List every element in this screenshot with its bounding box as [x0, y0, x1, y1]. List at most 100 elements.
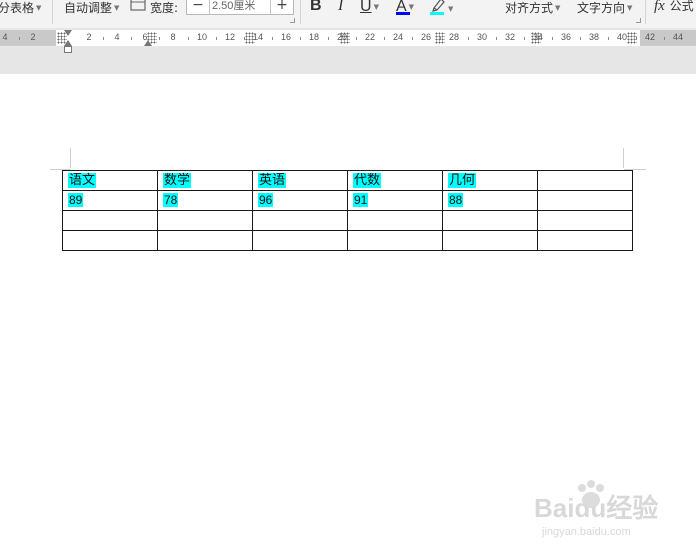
ribbon-divider [52, 0, 53, 24]
table-cell[interactable] [62, 210, 158, 231]
split-table-label: 分表格 [0, 1, 35, 15]
underline-button[interactable]: U ▼ [360, 0, 379, 15]
column-width-icon [130, 0, 146, 13]
ruler-number: 20 [336, 32, 347, 42]
table-cell[interactable] [537, 190, 633, 211]
table-cell[interactable]: 几何 [442, 170, 538, 191]
ruler-tick [580, 37, 581, 40]
ribbon-divider [645, 0, 646, 24]
dialog-launcher-icon[interactable] [636, 18, 641, 23]
ruler-tick [496, 37, 497, 40]
subject-header: 代数 [353, 173, 382, 188]
ruler-tick [636, 37, 637, 40]
ruler-number: 42 [644, 32, 655, 42]
ruler-number: 28 [448, 32, 459, 42]
table-cell[interactable]: 88 [442, 190, 538, 211]
table-cell[interactable] [442, 230, 538, 251]
cell-indent-marker[interactable] [144, 40, 152, 46]
left-indent-marker[interactable] [64, 46, 72, 53]
ruler-number: 32 [504, 32, 515, 42]
align-button[interactable]: 对齐方式 ▼ [505, 0, 560, 16]
highlight-button[interactable]: ▼ [430, 0, 453, 15]
score-value: 96 [258, 193, 274, 207]
ribbon-toolbar: 分表格 ▼ 自动调整 ▼ 宽度: − 2.50厘米 + B I U ▼ A ▼ ▼ 对齐… [0, 0, 696, 29]
ruler-tick [187, 37, 189, 40]
table-cell[interactable]: 英语 [252, 170, 348, 191]
ruler-tick [244, 37, 245, 40]
chevron-down-icon: ▼ [627, 4, 633, 12]
table-cell[interactable] [442, 210, 538, 231]
ruler-number: 40 [616, 32, 627, 42]
text-direction-button[interactable]: 文字方向 ▼ [577, 0, 632, 16]
ruler-tick [300, 37, 301, 40]
table-cell[interactable] [252, 210, 348, 231]
width-increase-button[interactable]: + [270, 0, 293, 14]
ribbon-divider [300, 0, 301, 24]
dialog-launcher-icon[interactable] [290, 18, 295, 23]
align-label: 对齐方式 [505, 1, 554, 15]
ruler-number: 16 [280, 32, 291, 42]
ruler-number: 18 [308, 32, 319, 42]
subject-header: 数学 [163, 173, 192, 188]
table-cell[interactable] [252, 230, 348, 251]
table-cell[interactable] [537, 210, 633, 231]
subject-header: 几何 [448, 173, 477, 188]
ruler-number: 26 [420, 32, 431, 42]
ruler-number: 38 [588, 32, 599, 42]
ruler-tick [159, 37, 160, 40]
table-cell[interactable]: 91 [347, 190, 443, 211]
ruler-number: 24 [392, 32, 403, 42]
chevron-down-icon: ▼ [36, 4, 42, 12]
chevron-down-icon: ▼ [114, 4, 120, 12]
document-page[interactable]: 语文 数学 英语 代数 几何 89 78 96 91 88 Baidu经验 jingyan.bai… [0, 74, 696, 538]
width-label: 宽度: [150, 1, 179, 15]
ruler-tick [440, 37, 441, 40]
table-cell[interactable]: 96 [252, 190, 348, 211]
table-row [62, 210, 633, 231]
split-table-button[interactable]: 分表格 ▼ [0, 0, 41, 16]
score-value: 89 [68, 193, 84, 207]
ruler-number: 12 [224, 32, 235, 42]
table-cell[interactable] [347, 230, 443, 251]
italic-button[interactable]: I [338, 0, 343, 15]
table-cell[interactable]: 89 [62, 190, 158, 211]
font-color-button[interactable]: A ▼ [396, 0, 414, 15]
table-cell[interactable] [157, 210, 253, 231]
auto-fit-button[interactable]: 自动调整 ▼ [64, 0, 119, 16]
ruler-tick [356, 37, 357, 40]
first-line-indent-marker[interactable] [64, 30, 72, 36]
score-table[interactable]: 语文 数学 英语 代数 几何 89 78 96 91 88 [62, 170, 633, 251]
width-value[interactable]: 2.50厘米 [212, 0, 255, 14]
ruler-number: 4 [2, 32, 8, 42]
formula-label: 公式 [669, 0, 694, 13]
table-cell[interactable]: 数学 [157, 170, 253, 191]
ruler-tick [664, 37, 665, 40]
table-cell[interactable] [537, 170, 633, 191]
table-row: 89 78 96 91 88 [62, 190, 633, 211]
table-cell[interactable] [347, 210, 443, 231]
horizontal-ruler[interactable]: 4 2 2 4 6 8 10 12 14 16 18 20 22 24 26 28 30 32 34 36 38 40 42… [0, 30, 696, 46]
font-color-bar [396, 12, 410, 15]
underline-label: U [360, 0, 372, 15]
table-cell[interactable]: 78 [157, 190, 253, 211]
table-cell[interactable]: 代数 [347, 170, 443, 191]
table-cell[interactable]: 语文 [62, 170, 158, 191]
chevron-down-icon: ▼ [448, 5, 454, 13]
ruler-tick [412, 37, 413, 40]
ruler-number: 22 [364, 32, 375, 42]
width-decrease-button[interactable]: − [187, 0, 210, 14]
bold-button[interactable]: B [310, 0, 322, 15]
chevron-down-icon: ▼ [408, 3, 415, 11]
ruler-number: 2 [30, 32, 36, 42]
watermark-url: jingyan.baidu.com [542, 526, 631, 538]
table-cell[interactable] [537, 230, 633, 251]
baidu-watermark: Baidu经验 jingyan.baidu.com [528, 478, 688, 548]
subject-header: 语文 [68, 173, 97, 188]
width-stepper[interactable]: − 2.50厘米 + [186, 0, 294, 15]
ruler-number: 34 [532, 32, 543, 42]
table-cell[interactable] [157, 230, 253, 251]
table-cell[interactable] [62, 230, 158, 251]
chevron-down-icon: ▼ [555, 4, 561, 12]
ruler-number: 4 [114, 32, 120, 42]
formula-button[interactable]: fx 公式 [654, 0, 694, 14]
